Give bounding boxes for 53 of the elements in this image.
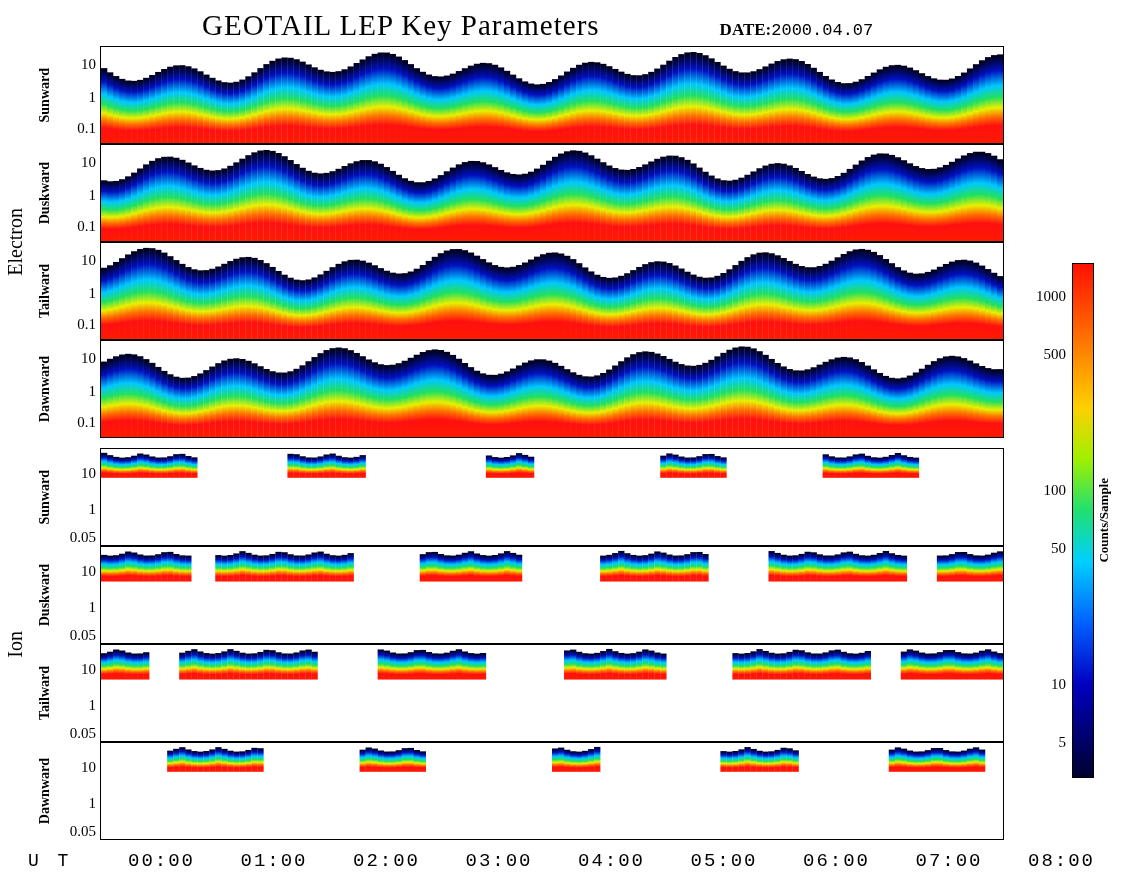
colorbar-tick-label: 500 bbox=[1043, 345, 1066, 363]
axis-tick-label: 1 bbox=[88, 88, 96, 106]
axis-tick-label: 03:00 bbox=[465, 850, 532, 872]
axis-tick-label: 0.1 bbox=[77, 315, 96, 333]
axis-label: U T bbox=[27, 851, 74, 871]
axis-tick-label: 1 bbox=[88, 382, 96, 400]
axis-tick-label: 0.05 bbox=[69, 626, 96, 644]
axis-tick-label: 00:00 bbox=[128, 850, 194, 872]
direction-label: Sunward bbox=[37, 67, 53, 123]
colorbar-tick-label: 100 bbox=[1043, 481, 1066, 499]
axis-tick-label: 10 bbox=[81, 349, 96, 367]
plot-title: GEOTAIL LEP Key Parameters bbox=[202, 9, 600, 43]
colorbar-tick-label: 1000 bbox=[1036, 287, 1066, 305]
axis-tick-label: 1 bbox=[88, 794, 96, 812]
colorbar-tick-label: 5 bbox=[1058, 733, 1066, 751]
direction-label: Duskward bbox=[37, 563, 53, 627]
axis-tick-label: 0.1 bbox=[77, 413, 96, 431]
axis-tick-label: 1 bbox=[88, 598, 96, 616]
date-label: DATE:2000.04.07 bbox=[719, 20, 874, 42]
axis-tick-label: 10 bbox=[81, 55, 96, 73]
axis-tick-label: 06:00 bbox=[803, 850, 869, 872]
axis-tick-label: 1 bbox=[88, 284, 96, 302]
axis-tick-label: 04:00 bbox=[578, 850, 644, 872]
axis-tick-label: 0.1 bbox=[77, 119, 96, 137]
direction-label: Dawnward bbox=[37, 355, 53, 423]
axis-tick-label: 08:00 bbox=[1028, 850, 1094, 872]
axis-tick-label: 10 bbox=[81, 251, 96, 269]
axis-tick-label: 10 bbox=[81, 758, 96, 776]
axis-tick-label: 0.1 bbox=[77, 217, 96, 235]
axis-tick-label: 10 bbox=[81, 562, 96, 580]
axis-tick-label: 10 bbox=[81, 660, 96, 678]
direction-label: Sunward bbox=[37, 469, 53, 525]
axis-tick-label: 10 bbox=[81, 153, 96, 171]
species-label: Electron bbox=[3, 208, 27, 276]
direction-label: Dawnward bbox=[37, 757, 53, 825]
colorbar-tick-label: 10 bbox=[1051, 675, 1066, 693]
direction-label: Tailward bbox=[37, 666, 53, 720]
direction-label: Duskward bbox=[37, 161, 53, 225]
axis-tick-label: 0.05 bbox=[69, 724, 96, 742]
axis-tick-label: 1 bbox=[88, 696, 96, 714]
axis-tick-label: 07:00 bbox=[915, 850, 982, 872]
axis-tick-label: 1 bbox=[88, 186, 96, 204]
axis-tick-label: 01:00 bbox=[240, 850, 307, 872]
axis-tick-label: 0.05 bbox=[69, 822, 96, 840]
colorbar-label: Counts/Sample bbox=[1096, 478, 1112, 563]
colorbar-tick-label: 50 bbox=[1051, 539, 1066, 557]
axis-tick-label: 1 bbox=[88, 500, 96, 518]
direction-label: Tailward bbox=[37, 264, 53, 318]
species-label: Ion bbox=[3, 630, 27, 658]
axis-tick-label: 10 bbox=[81, 464, 96, 482]
axis-tick-label: 02:00 bbox=[353, 850, 419, 872]
axis-tick-label: 05:00 bbox=[690, 850, 757, 872]
axis-tick-label: 0.05 bbox=[69, 528, 96, 546]
